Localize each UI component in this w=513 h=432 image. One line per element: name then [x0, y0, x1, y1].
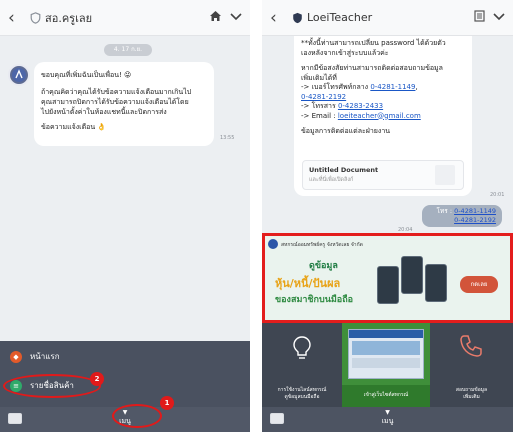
separator: ,: [415, 83, 418, 91]
card-line: **ทั้งนี้ท่านสามารถเปลี่ยน password ได้ด…: [301, 39, 446, 47]
phone-prefix: -> เบอร์โทรศัพท์กลาง: [301, 83, 371, 91]
contact-heading: ข้อมูลการติดต่อแต่ละฝ่ายงาน: [301, 127, 391, 135]
card-fax-line: -> โทรสาร 0-4283-2433: [301, 102, 471, 112]
fax-prefix: -> โทรสาร: [301, 102, 338, 110]
card-email-line: -> Email : loeiteacher@gmail.com: [301, 112, 471, 122]
website-screenshot-thumbnail: [348, 329, 424, 379]
menu-toggle-label: เมนู: [381, 417, 394, 425]
phone-link[interactable]: 0-4281-2192: [301, 93, 346, 101]
step-marker-2: 2: [90, 372, 104, 386]
label-line: เพิ่มเติม: [463, 394, 480, 400]
link-preview-card[interactable]: Untitled Document และที่นี่เพื่อเปิดลิงก…: [302, 160, 464, 190]
menu-toggle-button[interactable]: ▼ เมนู: [262, 409, 513, 427]
message-time: 20:01: [490, 192, 505, 198]
highlight-oval: [3, 374, 101, 398]
link-preview-subtitle: และที่นี่เพื่อเปิดลิงก์: [309, 177, 354, 183]
rich-menu-grid: การใช้งานไลน์สหกรณ์ ดูข้อมูลบนมือถือ เข้…: [262, 323, 513, 407]
chevron-down-icon[interactable]: [230, 10, 242, 25]
user-message-bubble: โทร : 0-4281-1149 0-4281-2192: [422, 205, 502, 227]
lightbulb-icon: [293, 336, 311, 359]
label-line: ดูข้อมูลบนมือถือ: [284, 394, 320, 400]
banner-tagline: ของสมาชิกบนมือถือ: [275, 295, 354, 305]
rich-menu-label: เข้าสู่เว็บไซต์สหกรณ์: [342, 385, 430, 407]
banner-cta-button[interactable]: กดเลย: [460, 276, 498, 293]
rich-menu-guide[interactable]: การใช้งานไลน์สหกรณ์ ดูข้อมูลบนมือถือ: [262, 323, 342, 407]
rich-menu-label: การใช้งานไลน์สหกรณ์ ดูข้อมูลบนมือถือ: [262, 387, 342, 401]
rich-menu-website[interactable]: เข้าสู่เว็บไซต์สหกรณ์: [342, 323, 430, 407]
info-message-card: **ทั้งนี้ท่านสามารถเปลี่ยน password ได้ด…: [294, 36, 472, 196]
phone-link[interactable]: 0-4281-1149: [370, 83, 415, 91]
shield-icon: ◆: [10, 350, 22, 363]
message-time: 13:55: [220, 135, 235, 141]
back-icon[interactable]: ‹: [270, 8, 286, 28]
message-line: ถ้าคุณคิดว่าคุณได้รับข้อความแจ้งเตือนมาก…: [41, 88, 192, 96]
coop-logo-icon: [12, 68, 26, 82]
screenshot-root: ‹ สอ.ครูเลย 4. 17 ก.ย. ขอบคุณที่เพิ่มฉัน…: [0, 0, 513, 432]
label-line: สอบถามข้อมูล: [455, 387, 488, 393]
card-line: เพิ่มเติมได้ที่: [301, 73, 337, 82]
left-chat-screen: ‹ สอ.ครูเลย 4. 17 ก.ย. ขอบคุณที่เพิ่มฉัน…: [0, 0, 250, 432]
welcome-message-bubble: ขอบคุณที่เพิ่มฉันเป็นเพื่อน! 😜 ถ้าคุณคิด…: [34, 62, 214, 146]
email-prefix: -> Email :: [301, 111, 338, 120]
right-chat-screen: ‹ LoeiTeacher **ทั้งนี้ท่านสามารถเปลี่ยน…: [262, 0, 513, 432]
home-icon[interactable]: [209, 10, 222, 26]
rich-menu-label: สอบถามข้อมูล เพิ่มเติม: [430, 387, 513, 401]
user-message-line: โทร : 0-4281-1149: [428, 207, 496, 216]
chat-title: สอ.ครูเลย: [45, 11, 93, 25]
email-link[interactable]: loeiteacher@gmail.com: [338, 112, 421, 120]
phone-link[interactable]: 0-4281-1149: [454, 207, 496, 215]
card-phone-line: -> เบอร์โทรศัพท์กลาง 0-4281-1149,: [301, 83, 471, 93]
shield-icon: [293, 12, 302, 23]
label-line: การใช้งานไลน์สหกรณ์: [277, 387, 327, 393]
card-phone-line: 0-4281-2192: [301, 93, 471, 103]
caret-down-icon: ▼: [385, 409, 390, 416]
date-pill: 4. 17 ก.ย.: [104, 44, 152, 56]
phone-link[interactable]: 0-4281-2192: [454, 216, 496, 224]
phone-illustration: [377, 266, 399, 304]
link-preview-title: Untitled Document: [309, 166, 379, 174]
promo-banner[interactable]: สหกรณ์ออมทรัพย์ครู จังหวัดเลย จำกัด ดูข้…: [262, 233, 513, 323]
card-line: เองหลังจากเข้าสู่ระบบแล้วค่ะ: [301, 48, 389, 57]
bot-avatar: [8, 64, 30, 86]
rich-menu-contact[interactable]: สอบถามข้อมูล เพิ่มเติม: [430, 323, 513, 407]
notes-icon[interactable]: [474, 9, 485, 26]
message-line: ข้อความแจ้งเตือน 👌: [41, 123, 107, 131]
phone-icon: [460, 335, 482, 357]
menu-item-label: หน้าแรก: [30, 352, 60, 361]
phone-illustration: [401, 256, 423, 294]
chevron-down-icon[interactable]: [493, 10, 505, 25]
banner-title: ดูข้อมูล: [309, 261, 338, 271]
banner-subtitle: หุ้น/หนี้/ปันผล: [275, 277, 341, 290]
card-line: หากมีข้อสงสัยท่านสามารถติดต่อสอบถามข้อมู…: [301, 64, 443, 72]
phone-prefix: โทร :: [436, 207, 455, 215]
banner-header: สหกรณ์ออมทรัพย์ครู จังหวัดเลย จำกัด: [281, 242, 363, 248]
bottom-bar: ▼ เมนู: [262, 407, 513, 432]
message-greeting: ขอบคุณที่เพิ่มฉันเป็นเพื่อน! 😜: [41, 71, 132, 79]
coop-logo-icon: [268, 239, 278, 249]
phone-illustration: [425, 264, 447, 302]
shield-icon: [30, 11, 41, 24]
left-header: ‹ สอ.ครูเลย: [0, 0, 250, 36]
user-message-line: 0-4281-2192: [428, 216, 496, 225]
back-icon[interactable]: ‹: [8, 8, 24, 28]
fax-link[interactable]: 0-4283-2433: [338, 102, 383, 110]
chat-title: LoeiTeacher: [307, 11, 373, 24]
right-header: ‹ LoeiTeacher: [262, 0, 513, 36]
menu-item-home[interactable]: ◆ หน้าแรก: [10, 350, 60, 363]
message-line: คุณสามารถปิดการได้รับข้อความแจ้งเตือนได้…: [41, 98, 189, 106]
message-line: ไปยังหน้าตั้งค่าในห้องแชทนี้และปิดการส่ง: [41, 108, 167, 116]
step-marker-1: 1: [160, 396, 174, 410]
document-thumbnail-icon: [435, 165, 455, 185]
highlight-oval: [112, 404, 162, 428]
